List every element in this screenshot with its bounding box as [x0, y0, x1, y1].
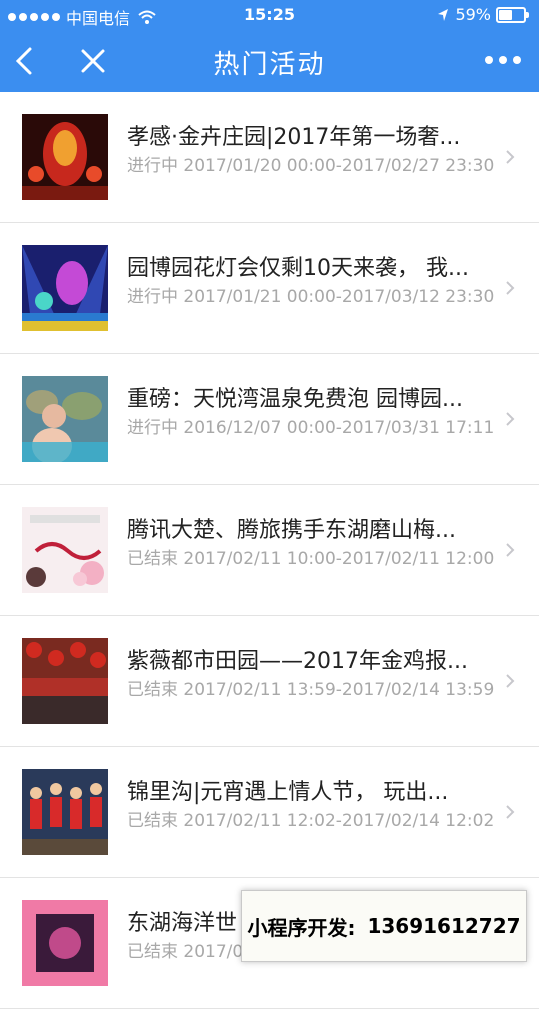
item-subtitle: 进行中 2017/01/21 00:00-2017/03/12 23:30: [127, 286, 497, 308]
battery-tip: [526, 11, 529, 18]
item-subtitle: 进行中 2016/12/07 00:00-2017/03/31 17:11: [127, 417, 497, 439]
item-subtitle: 已结束 2017/02/11 13:59-2017/02/14 13:59: [127, 679, 497, 701]
event-thumbnail: [22, 114, 108, 200]
chevron-right-icon: [506, 412, 515, 426]
item-status: 已结束: [127, 811, 178, 831]
item-title: 园博园花灯会仅剩10天来袭， 我...: [127, 256, 469, 281]
event-thumbnail: [22, 638, 108, 724]
item-status: 进行中: [127, 156, 178, 176]
item-time: 2017/02/11 12:02-2017/02/14 12:02: [183, 811, 495, 831]
item-time: 2017/02/11 13:59-2017/02/14 13:59: [183, 680, 495, 700]
list-item[interactable]: 腾讯大楚、腾旅携手东湖磨山梅... 已结束 2017/02/11 10:00-2…: [0, 485, 539, 616]
event-thumbnail: [22, 507, 108, 593]
item-time: 2017/02/11 10:00-2017/02/11 12:00: [183, 549, 495, 569]
list-item[interactable]: 园博园花灯会仅剩10天来袭， 我... 进行中 2017/01/21 00:00…: [0, 223, 539, 354]
item-time: 2017/01/20 00:00-2017/02/27 23:30: [183, 156, 495, 176]
item-time: 2017/0: [183, 942, 244, 962]
battery-fill: [499, 9, 512, 20]
list-item[interactable]: 孝感·金卉庄园|2017年第一场奢... 进行中 2017/01/20 00:0…: [0, 92, 539, 223]
chevron-right-icon: [506, 150, 515, 164]
item-title: 锦里沟|元宵遇上情人节， 玩出...: [127, 780, 449, 805]
list-item[interactable]: 重磅：天悦湾温泉免费泡 园博园... 进行中 2016/12/07 00:00-…: [0, 354, 539, 485]
more-dots-icon[interactable]: [485, 56, 521, 64]
event-thumbnail: [22, 769, 108, 855]
chevron-right-icon: [506, 674, 515, 688]
item-status: 进行中: [127, 287, 178, 307]
item-status: 已结束: [127, 549, 178, 569]
list-item[interactable]: 锦里沟|元宵遇上情人节， 玩出... 已结束 2017/02/11 12:02-…: [0, 747, 539, 878]
activity-list: 孝感·金卉庄园|2017年第一场奢... 进行中 2017/01/20 00:0…: [0, 92, 539, 1009]
item-status: 已结束: [127, 942, 178, 962]
item-subtitle: 已结束 2017/02/11 10:00-2017/02/11 12:00: [127, 548, 497, 570]
watermark-box: 小程序开发: 13691612727: [241, 890, 527, 962]
location-arrow-icon: [438, 8, 449, 21]
item-title: 重磅：天悦湾温泉免费泡 园博园...: [127, 387, 463, 412]
nav-bar: 热门活动: [0, 30, 539, 92]
item-subtitle: 已结束 2017/02/11 12:02-2017/02/14 12:02: [127, 810, 497, 832]
event-thumbnail: [22, 900, 108, 986]
event-thumbnail: [22, 376, 108, 462]
item-status: 进行中: [127, 418, 178, 438]
item-time: 2017/01/21 00:00-2017/03/12 23:30: [183, 287, 495, 307]
item-title: 紫薇都市田园——2017年金鸡报...: [127, 649, 468, 674]
status-bar: 中国电信 15:25 59%: [0, 0, 539, 30]
item-subtitle: 进行中 2017/01/20 00:00-2017/02/27 23:30: [127, 155, 497, 177]
battery-icon: [496, 6, 526, 23]
battery-percent: 59%: [455, 5, 491, 24]
item-time: 2016/12/07 00:00-2017/03/31 17:11: [183, 418, 495, 438]
watermark-label: 小程序开发:: [247, 915, 356, 940]
item-title: 腾讯大楚、腾旅携手东湖磨山梅...: [127, 518, 456, 543]
chevron-right-icon: [506, 543, 515, 557]
page-title: 热门活动: [213, 50, 326, 80]
chevron-right-icon: [506, 281, 515, 295]
item-title: 孝感·金卉庄园|2017年第一场奢...: [127, 125, 461, 150]
event-thumbnail: [22, 245, 108, 331]
chevron-right-icon: [506, 805, 515, 819]
status-right: 59%: [437, 5, 529, 24]
watermark-phone: 13691612727: [367, 914, 521, 938]
list-item[interactable]: 紫薇都市田园——2017年金鸡报... 已结束 2017/02/11 13:59…: [0, 616, 539, 747]
item-status: 已结束: [127, 680, 178, 700]
